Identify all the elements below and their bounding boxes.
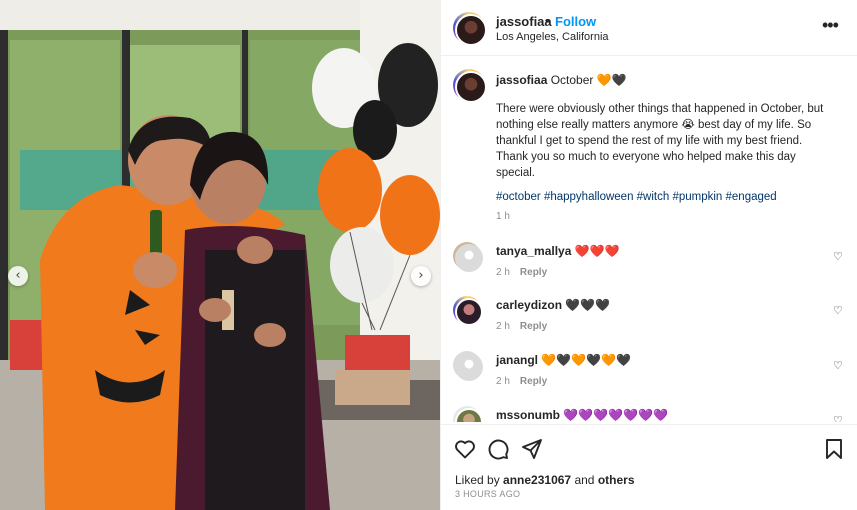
follow-button[interactable]: Follow [555,14,596,29]
comment-time: 2 h [496,321,510,332]
post-sidebar: jassofiaa • Follow Los Angeles, Californ… [440,0,857,510]
author-username[interactable]: jassofiaa [496,14,552,29]
likes-summary: Liked by anne231067 and others [455,473,635,487]
commenter-avatar[interactable] [453,242,483,272]
like-comment-heart-icon[interactable]: ♡ [833,250,843,263]
comment-text: 🧡🖤🧡🖤🧡🖤 [541,353,632,367]
like-comment-heart-icon[interactable]: ♡ [833,414,843,422]
like-heart-icon[interactable] [453,437,477,461]
comment-item: tanya_mallya ❤️❤️❤️ 2 h Reply ♡ [453,242,853,292]
caption-body: There were obviously other things that h… [496,103,824,179]
post-header: jassofiaa • Follow Los Angeles, Californ… [441,0,857,56]
comment-username[interactable]: janangl [496,353,538,367]
author-avatar[interactable] [453,12,487,46]
liked-by-username[interactable]: anne231067 [503,473,571,487]
post-actions: Liked by anne231067 and others 3 HOURS A… [441,424,857,510]
caption-title: October 🧡🖤 [550,73,627,87]
comment-bubble-icon[interactable] [486,437,510,461]
commenter-avatar[interactable] [453,406,483,422]
comment-text: ❤️❤️❤️ [574,244,620,258]
reply-button[interactable]: Reply [520,376,547,387]
location-link[interactable]: Los Angeles, California [496,31,609,43]
carousel-prev-button[interactable]: ‹ [8,266,28,286]
comment-text: 💜💜💜💜💜💜💜 [563,408,668,422]
separator-dot: • [545,13,550,28]
comment-time: 2 h [496,376,510,387]
post-photo: ‹ › [0,0,440,510]
comment-item: carleydizon 🖤🖤🖤 2 h Reply ♡ [453,296,853,346]
comment-text: 🖤🖤🖤 [565,298,611,312]
reply-button[interactable]: Reply [520,267,547,278]
like-comment-heart-icon[interactable]: ♡ [833,304,843,317]
comment-username[interactable]: mssonumb [496,408,560,422]
like-comment-heart-icon[interactable]: ♡ [833,359,843,372]
comment-item: janangl 🧡🖤🧡🖤🧡🖤 2 h Reply ♡ [453,351,853,401]
comment-time: 2 h [496,267,510,278]
comments-scroll-area[interactable]: jassofiaa October 🧡🖤 There were obviousl… [441,57,857,422]
commenter-avatar[interactable] [453,351,483,381]
caption-time: 1 h [496,211,510,222]
carousel-next-button[interactable]: › [411,266,431,286]
share-paper-plane-icon[interactable] [520,437,544,461]
comment-username[interactable]: carleydizon [496,298,562,312]
save-bookmark-icon[interactable] [822,437,846,461]
commenter-avatar[interactable] [453,296,483,326]
likes-others-link[interactable]: others [598,473,635,487]
caption-author-avatar[interactable] [453,69,487,103]
post-timestamp: 3 HOURS AGO [455,489,521,499]
comment-username[interactable]: tanya_mallya [496,244,571,258]
caption-hashtags[interactable]: #october #happyhalloween #witch #pumpkin… [496,191,836,203]
photo-illustration [0,0,440,510]
reply-button[interactable]: Reply [520,321,547,332]
caption-username[interactable]: jassofiaa [496,73,547,87]
caption-header: jassofiaa October 🧡🖤 [496,72,826,88]
comment-item: mssonumb 💜💜💜💜💜💜💜 ♡ [453,406,853,422]
more-options-icon[interactable]: ••• [822,16,839,34]
